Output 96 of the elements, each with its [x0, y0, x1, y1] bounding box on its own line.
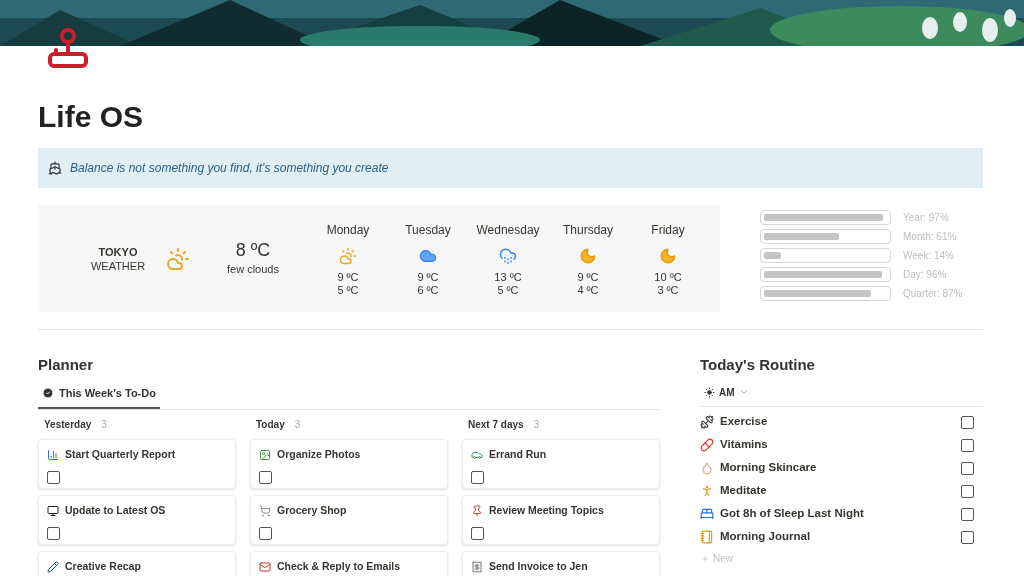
low-temperature: 3 ºC — [657, 283, 679, 297]
day-name: Friday — [651, 221, 685, 239]
routine-label: Morning Skincare — [720, 460, 818, 476]
pencil-icon — [47, 560, 59, 573]
filter-dropdown[interactable]: AM — [700, 384, 753, 400]
column-count: 3 — [294, 418, 301, 432]
task-title: Start Quarterly Report — [65, 447, 176, 462]
checkbox[interactable] — [961, 507, 974, 521]
bed-icon — [700, 507, 714, 521]
low-temperature: 5 ºC — [497, 283, 519, 297]
column-title: Today — [256, 418, 285, 432]
column-title: Yesterday — [44, 418, 92, 432]
routine-label: Meditate — [720, 483, 768, 499]
high-temperature: 13 ºC — [494, 270, 522, 284]
chevron-down-icon — [738, 387, 749, 397]
mail-icon — [259, 560, 271, 573]
task-card[interactable]: Check & Reply to Emails — [250, 551, 448, 576]
check-circle-icon — [42, 386, 54, 399]
pin-icon — [471, 504, 483, 517]
notebook-icon — [700, 530, 714, 544]
plus-icon — [700, 553, 710, 564]
high-temperature: 9 ºC — [577, 270, 599, 284]
day-name: Thursday — [563, 221, 613, 239]
task-card[interactable]: Organize Photos — [250, 439, 448, 489]
column-count: 3 — [101, 418, 107, 432]
task-card[interactable]: Grocery Shop — [250, 495, 448, 545]
checkbox[interactable] — [961, 530, 974, 544]
callout-text: Balance is not something you find, it's something you create — [70, 160, 389, 177]
weather-label: WEATHER — [90, 258, 146, 273]
droplet-icon — [700, 461, 714, 475]
low-temperature: 5 ºC — [337, 283, 359, 297]
checkbox[interactable] — [471, 470, 484, 484]
low-temperature: 6 ºC — [417, 283, 439, 297]
high-temperature: 9 ºC — [337, 270, 359, 284]
progress-label: Day: 96% — [903, 268, 947, 282]
moon-icon — [659, 246, 677, 265]
task-title: Review Meeting Topics — [489, 503, 604, 518]
section-title: Planner — [38, 355, 95, 375]
partly-cloudy-icon — [166, 246, 190, 271]
person-icon — [700, 484, 714, 498]
task-card[interactable]: Update to Latest OS — [38, 495, 236, 545]
day-name: Wednesday — [476, 221, 540, 239]
routine-label: Vitamins — [720, 437, 769, 453]
partly-cloudy-icon — [339, 246, 357, 265]
cart-icon — [259, 504, 271, 517]
checkbox[interactable] — [259, 526, 272, 540]
monitor-icon — [47, 504, 59, 517]
checkbox[interactable] — [47, 470, 60, 484]
high-temperature: 9 ºC — [417, 270, 439, 284]
high-temperature: 10 ºC — [654, 270, 682, 284]
receipt-icon — [471, 560, 483, 573]
routine-label: Got 8h of Sleep Last Night — [720, 506, 865, 522]
task-title: Update to Latest OS — [65, 503, 166, 518]
checkbox[interactable] — [259, 470, 272, 484]
checkbox[interactable] — [961, 438, 974, 452]
task-card[interactable]: Creative Recap — [38, 551, 236, 576]
day-name: Tuesday — [405, 221, 451, 239]
current-temperature: 8 ºC — [235, 239, 271, 262]
checkbox[interactable] — [471, 526, 484, 540]
task-title: Errand Run — [489, 447, 547, 462]
pill-icon — [700, 438, 714, 452]
task-title: Send Invoice to Jen — [489, 559, 588, 574]
ship-icon — [48, 161, 62, 175]
checkbox[interactable] — [961, 484, 974, 498]
moon-icon — [579, 246, 597, 265]
chart-icon — [47, 448, 59, 461]
task-title: Organize Photos — [277, 447, 361, 462]
weather-description: few clouds — [227, 262, 279, 278]
page-title: Life OS — [38, 102, 144, 132]
checkbox[interactable] — [961, 415, 974, 429]
city-name: TOKYO — [98, 244, 138, 259]
image-icon — [259, 448, 271, 461]
task-card[interactable]: Send Invoice to Jen — [462, 551, 660, 576]
progress-label: Week: 14% — [903, 249, 954, 263]
checkbox[interactable] — [47, 526, 60, 540]
progress-label: Month: 61% — [903, 230, 957, 244]
view-tab[interactable]: This Week's To-Do — [38, 384, 160, 409]
task-title: Creative Recap — [65, 559, 141, 574]
checkbox[interactable] — [961, 461, 974, 475]
column-title: Next 7 days — [468, 418, 524, 432]
day-name: Monday — [326, 221, 370, 239]
section-title: Today's Routine — [700, 355, 816, 375]
progress-label: Quarter: 87% — [903, 287, 963, 301]
dumbbell-icon — [700, 415, 714, 429]
low-temperature: 4 ºC — [577, 283, 599, 297]
progress-label: Year: 97% — [903, 211, 949, 225]
task-card[interactable]: Review Meeting Topics — [462, 495, 660, 545]
rain-cloud-icon — [499, 246, 517, 265]
task-title: Grocery Shop — [277, 503, 347, 518]
task-title: Check & Reply to Emails — [277, 559, 401, 574]
sun-icon — [704, 386, 715, 398]
routine-label: Exercise — [720, 414, 769, 430]
routine-label: Morning Journal — [720, 529, 812, 545]
column-count: 3 — [533, 418, 540, 432]
task-card[interactable]: Errand Run — [462, 439, 660, 489]
task-card[interactable]: Start Quarterly Report — [38, 439, 236, 489]
